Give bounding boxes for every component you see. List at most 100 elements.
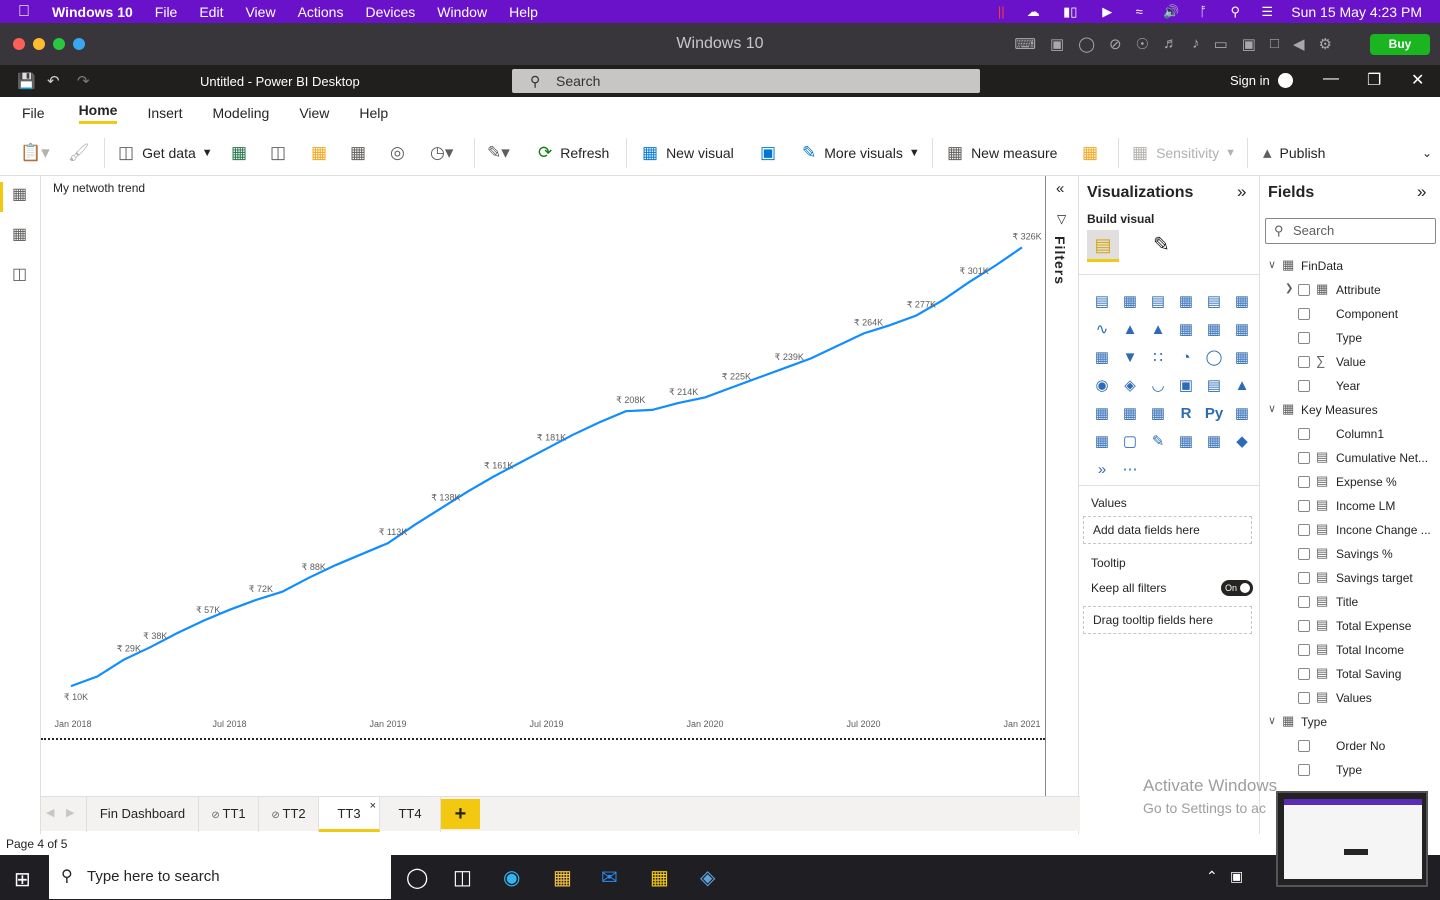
volume-icon[interactable]: 🔊 [1163, 5, 1179, 18]
battery-icon[interactable]: ▮▯ [1057, 5, 1083, 18]
field-item[interactable]: ▤ Income LM [1260, 496, 1440, 516]
scroll-left-icon[interactable]: ◀ [46, 806, 54, 819]
field-checkbox[interactable] [1298, 284, 1310, 296]
no-network-icon[interactable]: ⊘ [1109, 35, 1122, 53]
multi-row-card-icon[interactable]: ▤ [1200, 372, 1228, 400]
field-checkbox[interactable] [1298, 620, 1310, 632]
sign-in-link[interactable]: Sign in [1230, 73, 1270, 88]
100-column-icon[interactable]: ▦ [1228, 288, 1256, 316]
field-checkbox[interactable] [1298, 476, 1310, 488]
donut-icon[interactable]: ◯ [1200, 344, 1228, 372]
field-item[interactable]: ▤ Cumulative Net... [1260, 448, 1440, 468]
buy-button[interactable]: Buy [1370, 34, 1430, 55]
filters-pane[interactable]: « ▽ Filters [1046, 176, 1079, 836]
tab-view[interactable]: View [299, 105, 329, 121]
paste-button[interactable]: 📋▾ [20, 140, 58, 166]
keyboard-icon[interactable]: ⌨ [1014, 35, 1036, 53]
card-icon[interactable]: ▣ [1172, 372, 1200, 400]
back-icon[interactable]: ◀ [1293, 35, 1305, 53]
r-visual-icon[interactable]: R [1172, 400, 1200, 428]
collapse-chevron-icon[interactable]: ∨ [1268, 402, 1276, 415]
add-page-button[interactable]: + [441, 799, 480, 829]
new-measure-button[interactable]: ▦ New measure [947, 140, 1057, 166]
format-painter-button[interactable]: 🖌 [68, 140, 98, 166]
recent-sources-button[interactable]: ◷▾ [430, 140, 461, 166]
redo-icon[interactable]: ↷ [77, 72, 90, 90]
mac-menu-devices[interactable]: Devices [365, 4, 415, 20]
field-checkbox[interactable] [1298, 572, 1310, 584]
screenshot-icon[interactable]: □ [1270, 35, 1279, 53]
collapse-chevron-icon[interactable]: ∨ [1268, 258, 1276, 271]
tab-modeling[interactable]: Modeling [212, 105, 269, 121]
page-tab-tt4[interactable]: TT4 [380, 797, 441, 832]
stacked-bar-icon[interactable]: ▤ [1088, 288, 1116, 316]
field-table-type[interactable]: ∨ ▦ Type [1260, 712, 1440, 732]
paginated-report-icon[interactable]: ▦ [1172, 428, 1200, 456]
power-apps-icon[interactable]: ◆ [1228, 428, 1256, 456]
field-checkbox[interactable] [1298, 308, 1310, 320]
matrix-icon[interactable]: ▦ [1144, 400, 1172, 428]
page-tab-tt2[interactable]: ⊘ TT2 [259, 797, 319, 832]
mac-app-name[interactable]: Windows 10 [52, 4, 133, 20]
field-item[interactable]: Column1 [1260, 424, 1440, 444]
power-automate-icon[interactable]: » [1088, 456, 1116, 484]
parallels-icon[interactable]: || [993, 5, 1009, 18]
collapse-visualizations-icon[interactable]: » [1237, 182, 1246, 202]
filters-label[interactable]: Filters [1052, 236, 1068, 285]
tray-network-icon[interactable]: ▣ [1230, 868, 1243, 885]
cortana-icon[interactable]: ◯ [406, 865, 428, 890]
table-icon[interactable]: ▦ [1116, 400, 1144, 428]
play-icon[interactable]: ▶ [1099, 5, 1115, 18]
build-visual-tab[interactable]: ▤ [1087, 230, 1119, 262]
python-visual-icon[interactable]: Py [1200, 400, 1228, 428]
scatter-icon[interactable]: ∷ [1144, 344, 1172, 372]
mail-icon[interactable]: ✉ [601, 865, 618, 890]
window-preview-thumbnail[interactable] [1276, 791, 1428, 887]
excel-button[interactable]: ▦ [231, 140, 255, 166]
speaker-icon[interactable]: ♬ [1163, 35, 1178, 53]
apple-icon[interactable]:  [18, 3, 30, 21]
tab-home[interactable]: Home [78, 102, 118, 124]
power-bi-taskbar-icon[interactable]: ▦ [650, 865, 669, 890]
page-tab-tt3[interactable]: TT3 × [319, 797, 380, 832]
field-checkbox[interactable] [1298, 524, 1310, 536]
funnel-icon[interactable]: ▼ [1116, 344, 1144, 372]
field-checkbox[interactable] [1298, 764, 1310, 776]
new-visual-button[interactable]: ▦ New visual [642, 140, 734, 166]
network-icon[interactable]: ☉ [1136, 35, 1149, 53]
windows-start-icon[interactable]: ⊞ [14, 867, 31, 892]
model-view-icon[interactable]: ◫ [12, 264, 27, 284]
qa-icon[interactable]: ▢ [1116, 428, 1144, 456]
refresh-button[interactable]: ⟳ Refresh [538, 140, 609, 166]
collapse-fields-icon[interactable]: » [1417, 182, 1426, 202]
field-checkbox[interactable] [1298, 740, 1310, 752]
slicer-icon[interactable]: ▦ [1088, 400, 1116, 428]
fields-search-input[interactable]: ⚲ Search [1265, 218, 1436, 244]
field-item[interactable]: ▤ Savings target [1260, 568, 1440, 588]
quick-measure-button[interactable]: ▦ [1082, 140, 1106, 166]
wifi-icon[interactable]: ≈ [1131, 5, 1147, 18]
line-column-icon[interactable]: ▦ [1172, 316, 1200, 344]
field-checkbox[interactable] [1298, 428, 1310, 440]
values-well[interactable]: Add data fields here [1083, 516, 1252, 544]
enter-data-button[interactable]: ◎ [390, 140, 413, 166]
gauge-icon[interactable]: ◡ [1144, 372, 1172, 400]
file-explorer-icon[interactable]: ▦ [553, 865, 572, 890]
field-checkbox[interactable] [1298, 356, 1310, 368]
pie-chart-icon[interactable]: ◔ [1172, 344, 1200, 372]
stacked-column-icon[interactable]: ▦ [1116, 288, 1144, 316]
100-bar-icon[interactable]: ▤ [1200, 288, 1228, 316]
scroll-right-icon[interactable]: ▶ [66, 806, 74, 819]
sensitivity-button[interactable]: ▦ Sensitivity ▼ [1132, 140, 1236, 166]
sql-server-button[interactable]: ▦ [350, 140, 374, 166]
dataflows-button[interactable]: ▦ [311, 140, 335, 166]
field-table-findata[interactable]: ∨ ▦ FinData [1260, 256, 1440, 276]
task-view-icon[interactable]: ◫ [453, 865, 472, 890]
minimize-icon[interactable]: — [1323, 70, 1339, 88]
field-item[interactable]: Order No [1260, 736, 1440, 756]
field-item[interactable]: ▤ Values [1260, 688, 1440, 708]
field-item[interactable]: ▤ Total Expense [1260, 616, 1440, 636]
field-item[interactable]: ∑ Value [1260, 352, 1440, 372]
collapse-chevron-icon[interactable]: ∨ [1268, 714, 1276, 727]
clustered-bar-icon[interactable]: ▤ [1144, 288, 1172, 316]
